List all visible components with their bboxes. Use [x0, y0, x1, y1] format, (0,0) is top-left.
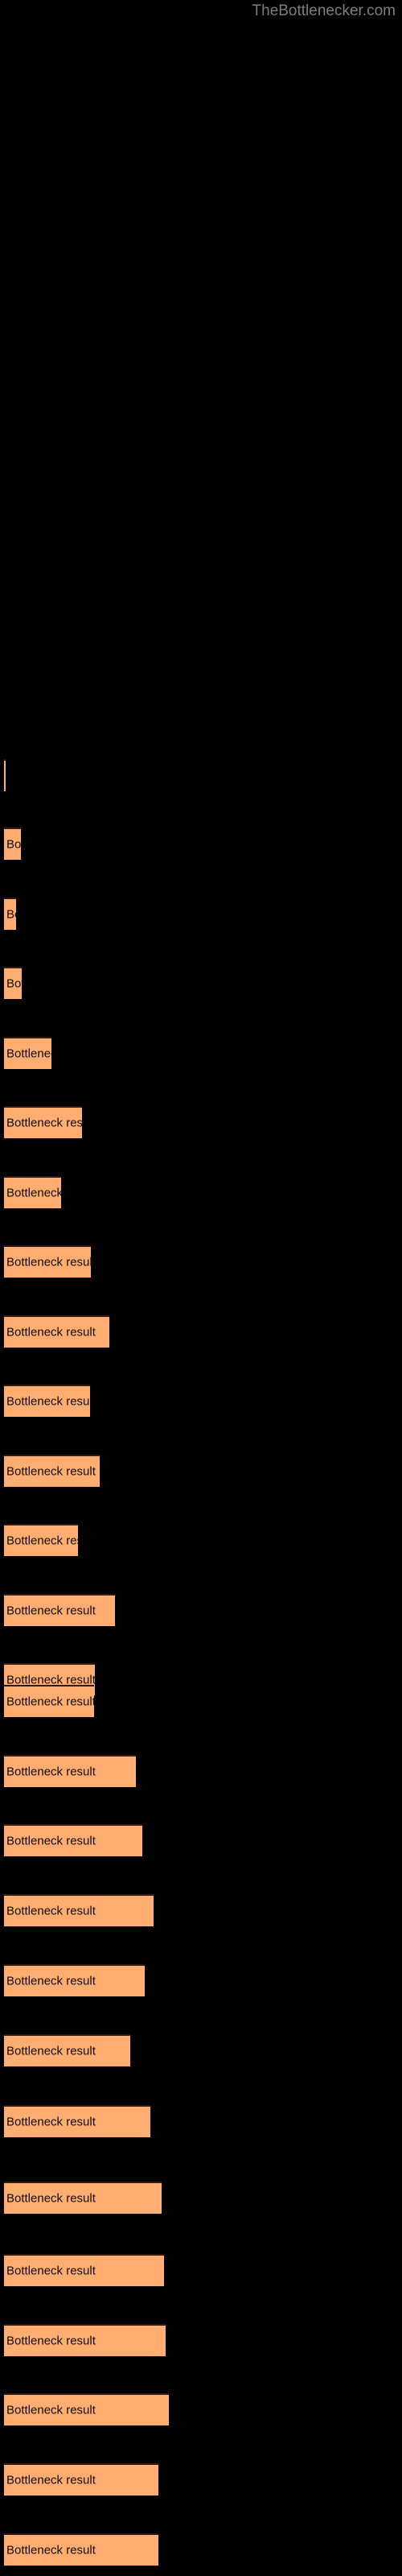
chart-bar-label: Bottleneck result	[6, 1394, 90, 1409]
chart-bar[interactable]: Bottleneck result	[4, 1894, 154, 1926]
chart-bar-label: Bottleneck result	[6, 1904, 96, 1918]
chart-bar[interactable]: Bottleneck result	[4, 898, 16, 930]
chart-bar[interactable]: Bottleneck result	[4, 2393, 169, 2425]
chart-bar[interactable]: Bottleneck result	[4, 2533, 158, 2566]
chart-bar-label: Bottleneck result	[6, 2044, 96, 2058]
chart-bar-label: Bottleneck result	[6, 1116, 82, 1130]
chart-bar-label: Bottleneck result	[6, 2115, 96, 2129]
chart-bar[interactable]: Bottleneck result	[4, 1245, 91, 1278]
chart-bar-label: Bottleneck result	[6, 1765, 96, 1779]
chart-bar[interactable]: Bottleneck result	[4, 1964, 145, 1996]
chart-bar[interactable]: Bottleneck result	[4, 759, 6, 791]
chart-bar-label: Bottleneck result	[6, 1464, 96, 1479]
bar-chart: Bottleneck result Bottleneck result Bottle…	[0, 0, 402, 2576]
chart-bar-label: Bottleneck result	[6, 976, 22, 991]
chart-bar-label: Bottleneck result	[6, 1186, 61, 1200]
chart-bar-label: Bottleneck result	[6, 2264, 96, 2278]
chart-bar-label: Bottleneck result	[6, 837, 21, 852]
chart-bar[interactable]: Bottleneck result	[4, 1315, 109, 1348]
chart-bar[interactable]: Bottleneck result	[4, 1824, 142, 1856]
chart-bar-label: Bottleneck result	[6, 2473, 96, 2487]
chart-bar[interactable]: Bottleneck result	[4, 967, 22, 999]
chart-bar-label: Bottleneck result	[6, 1325, 96, 1340]
chart-bar-label: Bottleneck result	[6, 2403, 96, 2417]
chart-bar[interactable]: Bottleneck result	[4, 1594, 115, 1626]
chart-bar-label: Bottleneck result	[6, 1974, 96, 1988]
chart-bar-label: Bottleneck result	[6, 1834, 96, 1848]
chart-bar-label: Bottleneck result	[6, 2191, 96, 2206]
chart-bar[interactable]: Bottleneck result	[4, 2182, 162, 2214]
chart-bar-label: Bottleneck result	[6, 1046, 51, 1061]
chart-bar[interactable]: Bottleneck result	[4, 1037, 51, 1069]
chart-bar[interactable]: Bottleneck result	[4, 2324, 166, 2356]
chart-bar-label: Bottleneck result	[6, 1534, 78, 1548]
chart-bar[interactable]: Bottleneck result	[4, 2254, 164, 2286]
chart-bar-label: Bottleneck result	[6, 907, 16, 922]
chart-bar[interactable]: Bottleneck result	[4, 1106, 82, 1138]
chart-bar-label: Bottleneck result	[6, 2334, 96, 2348]
chart-bar[interactable]: Bottleneck result	[4, 2105, 150, 2137]
chart-bar[interactable]: Bottleneck result	[4, 1524, 78, 1556]
chart-bar[interactable]: Bottleneck result	[4, 2034, 130, 2066]
chart-bar[interactable]: Bottleneck result	[4, 1385, 90, 1417]
chart-bar[interactable]: Bottleneck result	[4, 1685, 94, 1717]
page-root: TheBottlenecker.com Bottleneck resultBot…	[0, 0, 402, 2576]
chart-bar[interactable]: Bottleneck result	[4, 1176, 61, 1208]
chart-bar[interactable]: Bottleneck result	[4, 2463, 158, 2496]
chart-bar-label: Bottleneck result	[6, 1695, 94, 1709]
chart-bar[interactable]: Bottleneck result	[4, 1755, 136, 1787]
chart-bar-label: Bottleneck result	[6, 1255, 91, 1269]
chart-bar[interactable]: Bottleneck result	[4, 1455, 100, 1487]
chart-bar-label: Bottleneck result	[6, 2543, 96, 2557]
chart-bar[interactable]: Bottleneck result	[4, 828, 21, 860]
chart-bar-label: Bottleneck result	[6, 1604, 96, 1618]
